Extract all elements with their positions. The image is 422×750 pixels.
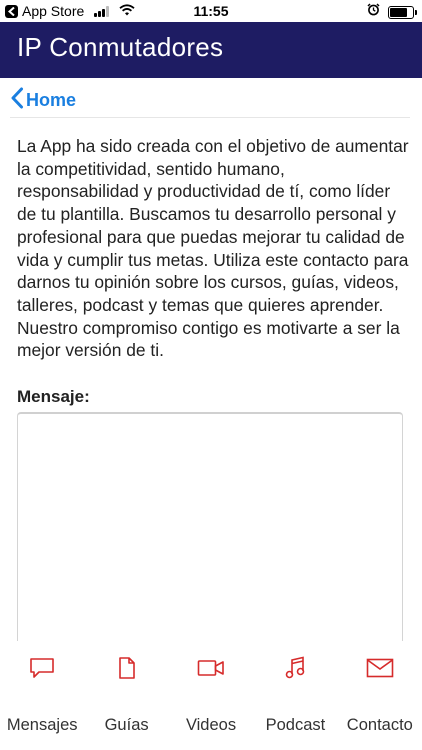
document-icon xyxy=(118,656,136,680)
music-note-icon xyxy=(285,656,305,680)
message-label: Mensaje: xyxy=(17,387,90,406)
tab-videos-label: Videos xyxy=(185,716,237,734)
alarm-icon xyxy=(367,3,380,21)
intro-paragraph: La App ha sido creada con el objetivo de… xyxy=(17,136,409,361)
tab-guias[interactable]: Guías xyxy=(84,641,168,750)
tab-guias-label: Guías xyxy=(104,716,149,734)
video-camera-icon xyxy=(197,656,225,680)
tab-contacto-label: Contacto xyxy=(346,716,413,734)
app-title: IP Conmutadores xyxy=(17,32,224,62)
tab-bar: Mensajes Guías Videos Podcast Contacto xyxy=(0,641,422,750)
navigation-bar: Home xyxy=(10,84,410,118)
status-bar: App Store 11:55 xyxy=(0,0,422,22)
mail-icon xyxy=(366,656,394,680)
app-header: IP Conmutadores xyxy=(0,22,422,78)
tab-podcast-label: Podcast xyxy=(265,716,326,734)
tab-podcast[interactable]: Podcast xyxy=(253,641,337,750)
battery-icon xyxy=(388,5,417,19)
chevron-left-icon xyxy=(10,87,24,114)
tab-videos[interactable]: Videos xyxy=(169,641,253,750)
status-right xyxy=(367,3,417,21)
status-time: 11:55 xyxy=(193,3,229,19)
tab-mensajes[interactable]: Mensajes xyxy=(0,641,84,750)
home-back-label: Home xyxy=(26,90,77,110)
home-back-button[interactable]: Home xyxy=(10,87,76,114)
tab-contacto[interactable]: Contacto xyxy=(338,641,422,750)
tab-mensajes-label: Mensajes xyxy=(6,716,78,734)
message-textarea[interactable] xyxy=(17,412,403,652)
chat-bubble-icon xyxy=(29,656,55,680)
